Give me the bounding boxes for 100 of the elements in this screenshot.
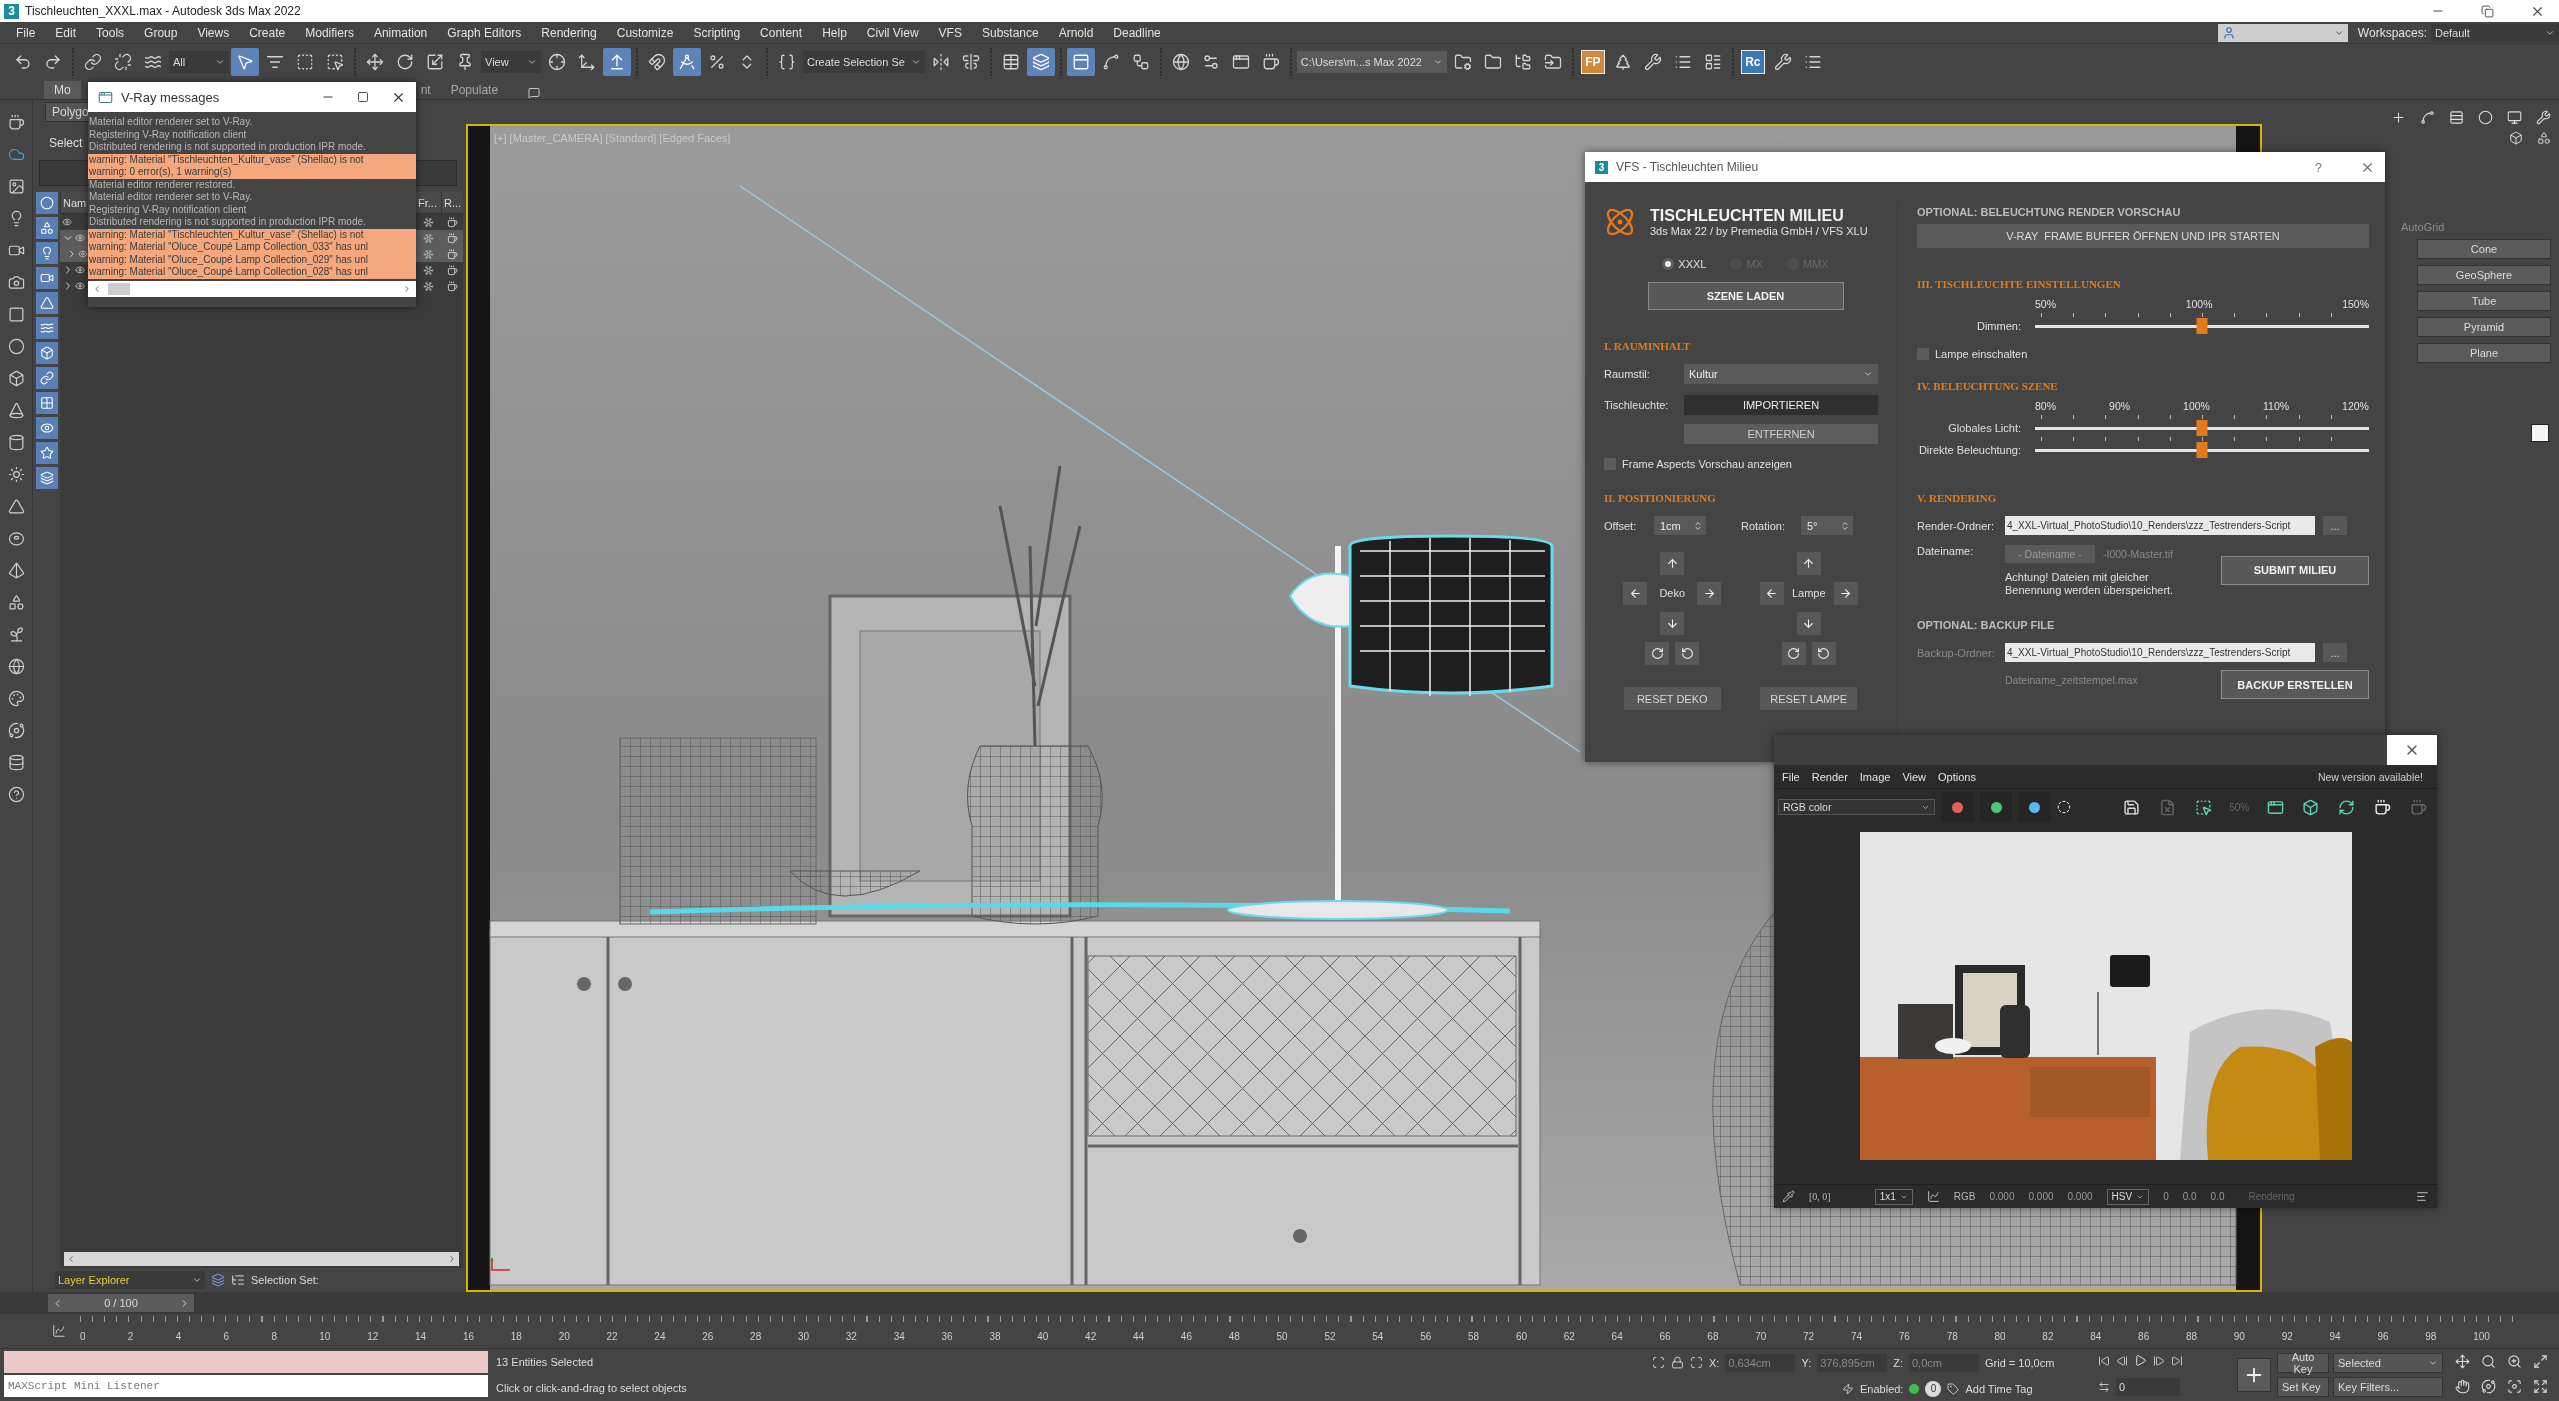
tick-label: 36 bbox=[941, 1331, 953, 1344]
rgb-value: 0.000 bbox=[2067, 1191, 2093, 1202]
dialog-heading: TISCHLEUCHTEN MILIEU bbox=[1650, 207, 1845, 225]
tick-label: 42 bbox=[1085, 1331, 1097, 1344]
dialog-title: VFS - Tischleuchten Milieu bbox=[1616, 160, 1760, 174]
tick-label: 30 bbox=[797, 1331, 810, 1344]
log-line: Distributed rendering is not supported in production IPR mode. bbox=[88, 216, 367, 229]
backup-filename: Dateiname_zeitstempel.max bbox=[2005, 674, 2138, 686]
tick-label: 86 bbox=[2138, 1331, 2150, 1344]
app-logo: 3 bbox=[4, 3, 19, 19]
window-title: Tischleuchten_XXXL.max - Autodesk 3ds Max 2022 bbox=[25, 4, 302, 18]
tick-label: 110% bbox=[2263, 400, 2290, 412]
filename-suffix: -I000-Master.tif bbox=[2103, 548, 2174, 560]
tick-label: 98 bbox=[2425, 1331, 2437, 1344]
slider-label: Direkte Beleuchtung: bbox=[1917, 444, 2022, 456]
x-label: X: bbox=[1709, 1356, 1720, 1369]
tick-label: 90% bbox=[2109, 400, 2131, 412]
tick-label: 64 bbox=[1611, 1331, 1623, 1344]
window-title: V-Ray messages bbox=[121, 89, 221, 105]
pad-label: Lampe bbox=[1791, 587, 1826, 599]
tick-label: 74 bbox=[1850, 1331, 1863, 1344]
rgb-value: 0.000 bbox=[2028, 1191, 2054, 1202]
tick-label: 66 bbox=[1659, 1331, 1671, 1344]
tick-label: 90 bbox=[2233, 1331, 2245, 1344]
tick-label: 62 bbox=[1563, 1331, 1575, 1344]
count-badge: 0 bbox=[1925, 1380, 1942, 1397]
field-label: Rotation: bbox=[1741, 519, 1787, 532]
tick-label: 24 bbox=[654, 1331, 666, 1344]
tick-label: 2 bbox=[127, 1331, 134, 1344]
tick-label: 0 bbox=[80, 1331, 86, 1344]
tick-label: 12 bbox=[367, 1331, 379, 1344]
log-line: Registering V-Ray notification client bbox=[88, 128, 248, 141]
tick-label: 48 bbox=[1228, 1331, 1240, 1344]
tick-label: 100% bbox=[2183, 400, 2210, 412]
grid-size: Grid = 10,0cm bbox=[1985, 1356, 2055, 1369]
section-title: IV. BELEUCHTUNG SZENE bbox=[1917, 380, 2059, 392]
tick-label: 20 bbox=[558, 1331, 570, 1344]
tick-label: 6 bbox=[223, 1331, 230, 1344]
tick-label: 96 bbox=[2377, 1331, 2389, 1344]
selection-count: 13 Entities Selected bbox=[496, 1356, 595, 1368]
tick-label: 28 bbox=[750, 1331, 762, 1344]
autogrid-label: AutoGrid bbox=[2401, 221, 2446, 233]
tick-label: 78 bbox=[1946, 1331, 1958, 1344]
workspaces-label: Workspaces: bbox=[2357, 25, 2427, 40]
app-logo: 3 bbox=[1595, 160, 1608, 174]
field-label: Raumstil: bbox=[1604, 368, 1651, 380]
dialog-subheading: 3ds Max 22 / by Premedia GmbH / VFS XLU bbox=[1650, 225, 1868, 237]
tick-label: 4 bbox=[175, 1331, 182, 1344]
selection-set-label: Selection Set: bbox=[251, 1274, 319, 1286]
tick-label: 94 bbox=[2329, 1331, 2341, 1344]
tick-label: 72 bbox=[1803, 1331, 1815, 1344]
tick-label: 92 bbox=[2281, 1331, 2293, 1344]
section-title: II. POSITIONIERUNG bbox=[1604, 492, 1717, 504]
log-line: Distributed rendering is not supported in production IPR mode. bbox=[88, 141, 367, 154]
log-line: Material editor renderer set to V-Ray. bbox=[88, 191, 254, 204]
tick-label: 120% bbox=[2342, 400, 2369, 412]
section-title: OPTIONAL: BACKUP FILE bbox=[1917, 619, 2056, 631]
section-title: I. RAUMINHALT bbox=[1604, 340, 1692, 352]
tick-label: 80 bbox=[1994, 1331, 2006, 1344]
color-mode: RGB bbox=[1953, 1191, 1976, 1202]
tick-label: 26 bbox=[702, 1331, 714, 1344]
rgb-value: 0.000 bbox=[1989, 1191, 2015, 1202]
tick-label: 50% bbox=[2035, 298, 2056, 310]
tick-label: 16 bbox=[462, 1331, 474, 1344]
tick-label: 44 bbox=[1132, 1331, 1145, 1344]
section-title: V. RENDERING bbox=[1917, 492, 1998, 504]
tick-label: 40 bbox=[1037, 1331, 1049, 1344]
tick-label: 8 bbox=[271, 1331, 277, 1344]
tick-label: 46 bbox=[1180, 1331, 1192, 1344]
tick-label: 18 bbox=[510, 1331, 522, 1344]
field-label: Dateiname: bbox=[1917, 545, 1975, 557]
y-label: Y: bbox=[1801, 1356, 1812, 1369]
tick-label: 68 bbox=[1707, 1331, 1719, 1344]
pixel-coords: [0, 0] bbox=[1809, 1191, 1831, 1202]
tick-label: 22 bbox=[606, 1331, 618, 1344]
tick-label: 100% bbox=[2185, 298, 2213, 310]
field-label: Backup-Ordner: bbox=[1917, 646, 1996, 659]
hsv-value: 0.0 bbox=[2182, 1191, 2197, 1202]
enabled-label: Enabled: bbox=[1860, 1382, 1904, 1395]
tick-label: 76 bbox=[1898, 1331, 1910, 1344]
tick-label: 14 bbox=[415, 1331, 427, 1344]
tick-label: 50 bbox=[1276, 1331, 1288, 1344]
section-title: OPTIONAL: BELEUCHTUNG RENDER VORSCHAU bbox=[1917, 206, 2182, 218]
tick-label: 38 bbox=[989, 1331, 1001, 1344]
z-label: Z: bbox=[1893, 1356, 1903, 1369]
tick-label: 58 bbox=[1468, 1331, 1480, 1344]
tick-label: 150% bbox=[2342, 298, 2369, 310]
overwrite-warning: Achtung! Dateien mit gleicher Benennung werden überspeichert. bbox=[2005, 571, 2175, 597]
field-label: Render-Ordner: bbox=[1917, 519, 1996, 532]
slider-label: Globales Licht: bbox=[1947, 422, 2022, 434]
tick-label: 10 bbox=[319, 1331, 331, 1344]
pad-label: Deko bbox=[1659, 587, 1686, 599]
tick-label: 70 bbox=[1755, 1331, 1767, 1344]
render-status: Rendering bbox=[2248, 1191, 2295, 1202]
tick-label: 84 bbox=[2090, 1331, 2102, 1344]
hsv-value: 0 bbox=[2163, 1191, 2169, 1202]
tick-label: 56 bbox=[1420, 1331, 1432, 1344]
section-title: III. TISCHLEUCHTE EINSTELLUNGEN bbox=[1917, 278, 2122, 290]
tick-label: 34 bbox=[893, 1331, 905, 1344]
log-line: Material editor renderer restored. bbox=[88, 178, 237, 191]
